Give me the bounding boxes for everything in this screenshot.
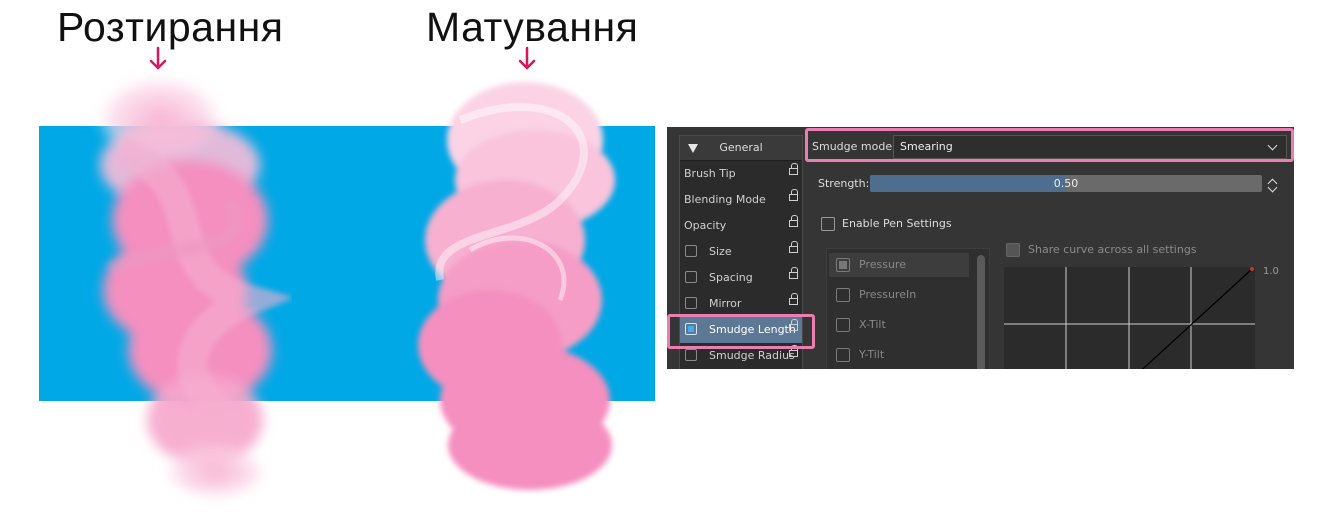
sensor-checkbox[interactable] bbox=[836, 318, 850, 332]
curve-line bbox=[1141, 268, 1253, 369]
sensor-pressure[interactable]: Pressure bbox=[829, 253, 969, 277]
option-checkbox[interactable] bbox=[685, 323, 697, 335]
curve-editor[interactable] bbox=[1004, 267, 1255, 369]
option-label: Spacing bbox=[709, 271, 753, 284]
lock-icon[interactable] bbox=[789, 241, 798, 253]
sensor-y-tilt[interactable]: Y-Tilt bbox=[829, 343, 969, 367]
lock-icon[interactable] bbox=[789, 319, 798, 331]
lock-icon[interactable] bbox=[789, 189, 798, 201]
option-label: Mirror bbox=[709, 297, 742, 310]
option-mirror[interactable]: Mirror bbox=[680, 291, 802, 317]
sensor-scrollbar[interactable] bbox=[977, 255, 985, 369]
option-label: Size bbox=[709, 245, 732, 258]
sensor-label: PressureIn bbox=[859, 288, 917, 301]
sensor-label: X-Tilt bbox=[859, 318, 886, 331]
option-label: Brush Tip bbox=[684, 167, 736, 180]
option-checkbox[interactable] bbox=[685, 297, 697, 309]
brush-stroke-illustration bbox=[39, 73, 655, 496]
sensor-checkbox[interactable] bbox=[836, 348, 850, 362]
option-smudge-radius[interactable]: Smudge Radius bbox=[680, 343, 802, 369]
option-brush-tip[interactable]: Brush Tip bbox=[680, 161, 802, 187]
strength-label: Strength: bbox=[818, 177, 870, 190]
chevron-down-icon bbox=[1267, 140, 1278, 151]
options-category-header[interactable]: General bbox=[680, 136, 802, 161]
option-label: Smudge Length bbox=[709, 323, 796, 336]
option-blending-mode[interactable]: Blending Mode bbox=[680, 187, 802, 213]
option-checkbox[interactable] bbox=[685, 349, 697, 361]
strength-slider[interactable]: 0.50 bbox=[870, 175, 1262, 192]
curve-max-label: 1.0 bbox=[1263, 266, 1279, 277]
option-spacing[interactable]: Spacing bbox=[680, 265, 802, 291]
option-label: Smudge Radius bbox=[709, 349, 795, 362]
lock-icon[interactable] bbox=[789, 163, 798, 175]
options-category-label: General bbox=[719, 141, 763, 154]
brush-settings-panel: General Brush Tip Blending Mode Opacity … bbox=[667, 127, 1294, 369]
share-curve-label: Share curve across all settings bbox=[1028, 243, 1197, 256]
sensor-label: Y-Tilt bbox=[859, 348, 885, 361]
sensor-pressurein[interactable]: PressureIn bbox=[829, 283, 969, 307]
lock-icon[interactable] bbox=[789, 345, 798, 357]
sensor-list: Pressure PressureIn X-Tilt Y-Tilt bbox=[826, 248, 990, 369]
enable-pen-settings-label: Enable Pen Settings bbox=[842, 217, 952, 230]
sensor-checkbox[interactable] bbox=[836, 288, 850, 302]
option-smudge-length[interactable]: Smudge Length bbox=[680, 317, 802, 343]
brush-options-list: General Brush Tip Blending Mode Opacity … bbox=[679, 135, 803, 369]
lock-icon[interactable] bbox=[789, 215, 798, 227]
strength-value: 0.50 bbox=[1053, 177, 1079, 190]
collapse-triangle-icon[interactable] bbox=[688, 144, 698, 153]
option-size[interactable]: Size bbox=[680, 239, 802, 265]
share-curve-checkbox[interactable] bbox=[1006, 243, 1020, 257]
sensor-checkbox[interactable] bbox=[836, 258, 850, 272]
option-label: Blending Mode bbox=[684, 193, 766, 206]
smudge-mode-row: Smudge mode: Smearing bbox=[809, 134, 1289, 160]
enable-pen-settings-checkbox[interactable] bbox=[821, 217, 835, 231]
sensor-x-tilt[interactable]: X-Tilt bbox=[829, 313, 969, 337]
option-opacity[interactable]: Opacity bbox=[680, 213, 802, 239]
lock-icon[interactable] bbox=[789, 267, 798, 279]
option-label: Opacity bbox=[684, 219, 727, 232]
smudge-mode-label: Smudge mode: bbox=[812, 140, 896, 153]
option-checkbox[interactable] bbox=[685, 245, 697, 257]
smudge-mode-value: Smearing bbox=[900, 140, 953, 153]
option-checkbox[interactable] bbox=[685, 271, 697, 283]
sensor-label: Pressure bbox=[859, 258, 906, 271]
smudge-mode-dropdown[interactable]: Smearing bbox=[893, 135, 1287, 159]
curve-handle bbox=[1250, 267, 1254, 271]
lock-icon[interactable] bbox=[789, 293, 798, 305]
